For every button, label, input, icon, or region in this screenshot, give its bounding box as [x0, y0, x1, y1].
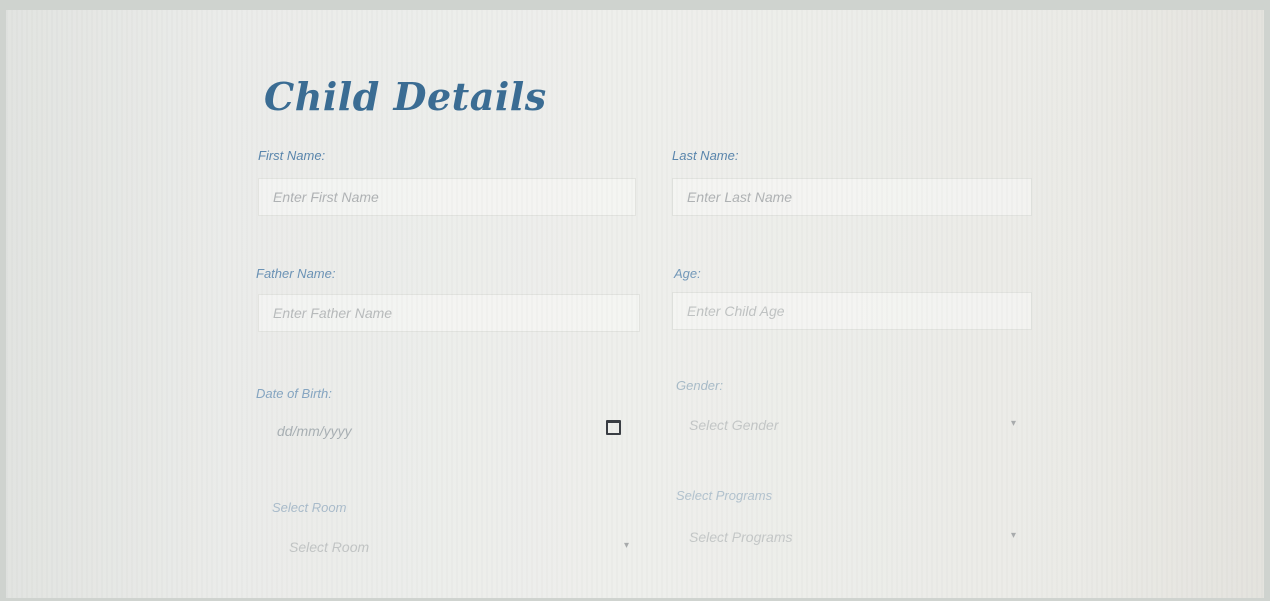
- father-name-label: Father Name:: [256, 266, 336, 281]
- age-label: Age:: [674, 266, 701, 281]
- age-input[interactable]: Enter Child Age: [672, 292, 1032, 330]
- page-title: Child Details: [264, 74, 547, 119]
- room-select[interactable]: Select Room: [274, 528, 640, 566]
- chevron-down-icon: ▾: [624, 540, 630, 551]
- first-name-label: First Name:: [258, 148, 326, 163]
- programs-select[interactable]: Select Programs: [674, 518, 1032, 556]
- programs-label: Select Programs: [676, 488, 773, 503]
- gender-label: Gender:: [676, 378, 723, 393]
- last-name-label: Last Name:: [672, 148, 739, 163]
- last-name-input[interactable]: Enter Last Name: [672, 178, 1032, 216]
- father-name-input[interactable]: Enter Father Name: [258, 294, 640, 332]
- dob-label: Date of Birth:: [256, 386, 332, 401]
- first-name-input[interactable]: Enter First Name: [258, 178, 636, 216]
- calendar-icon[interactable]: [606, 420, 621, 435]
- room-label: Select Room: [272, 500, 347, 515]
- gender-select[interactable]: Select Gender: [674, 406, 1032, 444]
- chevron-down-icon: ▾: [1011, 418, 1017, 429]
- chevron-down-icon: ▾: [1011, 530, 1017, 541]
- screen: Child Details First Name: Enter First Na…: [6, 10, 1264, 598]
- dob-input[interactable]: dd/mm/yyyy: [258, 412, 640, 450]
